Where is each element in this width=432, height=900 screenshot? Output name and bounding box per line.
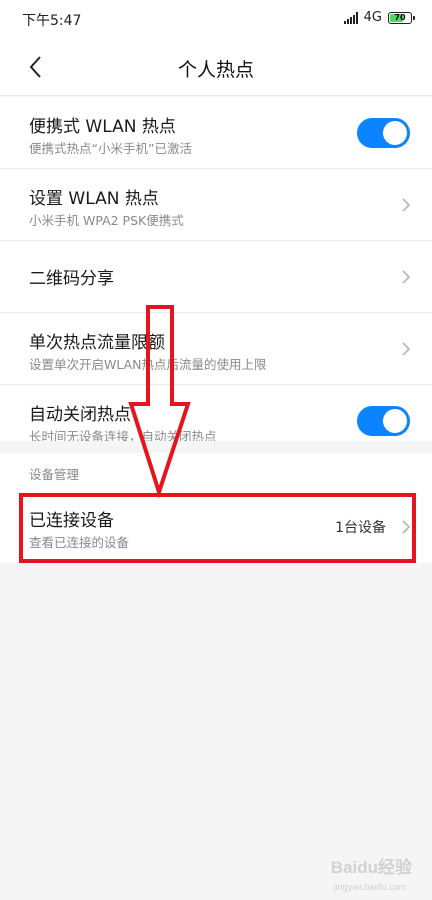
section-header: 设备管理 — [0, 453, 432, 491]
battery-level: 70 — [394, 13, 406, 22]
setting-title: 单次热点流量限额 — [29, 333, 165, 353]
settings-list: 便携式 WLAN 热点 便携式热点“小米手机”已激活 设置 WLAN 热点 小米… — [0, 97, 432, 457]
auto-off-toggle[interactable] — [357, 406, 410, 436]
title-bar: 个人热点 — [0, 38, 432, 96]
chevron-right-icon — [402, 342, 411, 356]
setting-title: 便携式 WLAN 热点 — [29, 117, 176, 137]
status-bar: 下午5:47 4G 70 — [0, 0, 432, 38]
toggle-knob — [383, 121, 407, 145]
signal-icon — [343, 11, 358, 24]
status-indicators: 4G 70 — [343, 10, 415, 25]
setting-subtitle: 便携式热点“小米手机”已激活 — [29, 141, 192, 156]
network-type: 4G — [363, 10, 382, 25]
setting-title: 设置 WLAN 热点 — [29, 189, 159, 209]
section-label: 设备管理 — [29, 467, 80, 482]
watermark-url: jingyan.baidu.com — [333, 882, 406, 892]
setting-row-qr-share[interactable]: 二维码分享 — [0, 241, 432, 313]
page-title: 个人热点 — [177, 59, 254, 81]
setting-row-portable-hotspot[interactable]: 便携式 WLAN 热点 便携式热点“小米手机”已激活 — [0, 97, 432, 169]
toggle-knob — [383, 409, 407, 433]
hotspot-toggle[interactable] — [357, 118, 410, 148]
watermark-logo: Baidu经验 — [330, 858, 412, 877]
chevron-right-icon — [402, 270, 411, 284]
section-divider — [0, 441, 432, 453]
setting-row-configure-hotspot[interactable]: 设置 WLAN 热点 小米手机 WPA2 PSK便携式 — [0, 169, 432, 241]
setting-subtitle: 设置单次开启WLAN热点后流量的使用上限 — [29, 357, 267, 372]
setting-row-data-limit[interactable]: 单次热点流量限额 设置单次开启WLAN热点后流量的使用上限 — [0, 313, 432, 385]
battery-icon: 70 — [388, 11, 415, 24]
chevron-right-icon — [402, 198, 411, 212]
setting-title: 自动关闭热点 — [29, 405, 131, 425]
setting-subtitle: 小米手机 WPA2 PSK便携式 — [29, 213, 184, 228]
setting-title: 二维码分享 — [29, 269, 114, 289]
status-time: 下午5:47 — [22, 13, 82, 29]
highlight-box — [19, 493, 416, 563]
